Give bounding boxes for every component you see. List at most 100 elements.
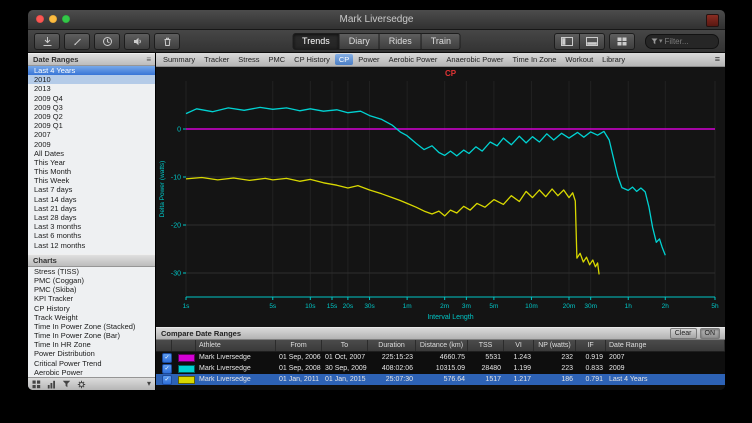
date-range-item[interactable]: 2007 bbox=[28, 130, 155, 139]
filter-box[interactable]: ▾ bbox=[645, 34, 719, 49]
cell-if: 0.791 bbox=[576, 376, 606, 383]
chart-list-item[interactable]: Critical Power Trend bbox=[28, 359, 155, 368]
date-range-item[interactable]: 2009 Q2 bbox=[28, 112, 155, 121]
chart-list-item[interactable]: CP History bbox=[28, 304, 155, 313]
chart-tab[interactable]: Summary bbox=[159, 54, 199, 65]
chart-tab[interactable]: Tracker bbox=[200, 54, 233, 65]
chart-list-item[interactable]: Aerobic Power bbox=[28, 368, 155, 377]
date-range-item[interactable]: Last 7 days bbox=[28, 185, 155, 194]
date-range-item[interactable]: 2009 Q4 bbox=[28, 94, 155, 103]
chart-tab[interactable]: Time In Zone bbox=[508, 54, 560, 65]
date-range-item[interactable]: 2009 bbox=[28, 140, 155, 149]
column-header[interactable]: IF bbox=[576, 340, 606, 351]
date-range-item[interactable]: 2009 Q1 bbox=[28, 121, 155, 130]
chart-tab[interactable]: Stress bbox=[234, 54, 263, 65]
close-button[interactable] bbox=[36, 15, 44, 23]
zoom-button[interactable] bbox=[62, 15, 70, 23]
chart-list-item[interactable]: KPI Tracker bbox=[28, 294, 155, 303]
sync-button[interactable] bbox=[94, 33, 120, 50]
audio-button[interactable] bbox=[124, 33, 150, 50]
manual-entry-button[interactable] bbox=[64, 33, 90, 50]
minimize-button[interactable] bbox=[49, 15, 57, 23]
funnel-icon[interactable] bbox=[62, 380, 71, 388]
column-header[interactable]: Distance (km) bbox=[416, 340, 468, 351]
chart-tab[interactable]: Workout bbox=[561, 54, 597, 65]
date-range-item[interactable]: This Year bbox=[28, 158, 155, 167]
grid-icon[interactable] bbox=[32, 380, 41, 389]
date-range-item[interactable]: Last 6 months bbox=[28, 231, 155, 240]
tabbar-menu-icon[interactable]: ≡ bbox=[715, 54, 720, 64]
compare-table-header: Athlete From To Duration Distance (km) T… bbox=[156, 340, 725, 352]
column-header[interactable]: From bbox=[276, 340, 322, 351]
chart-list-item[interactable]: Time In Power Zone (Bar) bbox=[28, 331, 155, 340]
svg-text:-20: -20 bbox=[171, 223, 181, 230]
chart-tab[interactable]: PMC bbox=[265, 54, 290, 65]
chart-tab[interactable]: Power bbox=[354, 54, 383, 65]
row-checkbox[interactable] bbox=[162, 353, 172, 363]
date-range-item[interactable]: 2010 bbox=[28, 75, 155, 84]
caret-down-icon[interactable]: ▾ bbox=[147, 378, 151, 390]
chart-tab[interactable]: Anaerobic Power bbox=[442, 54, 507, 65]
chart-list-item[interactable]: Time In Power Zone (Stacked) bbox=[28, 322, 155, 331]
column-header[interactable]: TSS bbox=[468, 340, 504, 351]
charts-header-label: Charts bbox=[33, 256, 57, 265]
download-activity-button[interactable] bbox=[34, 33, 60, 50]
date-range-item[interactable]: This Week bbox=[28, 176, 155, 185]
compare-row[interactable]: Mark Liversedge 01 Sep, 2006 01 Oct, 200… bbox=[156, 352, 725, 363]
gear-icon[interactable] bbox=[77, 380, 86, 389]
date-range-item[interactable]: This Month bbox=[28, 167, 155, 176]
chart-tab[interactable]: CP bbox=[335, 54, 353, 65]
chart-tab[interactable]: Library bbox=[598, 54, 629, 65]
view-tab[interactable]: Rides bbox=[380, 33, 422, 50]
cell-distance: 4660.75 bbox=[416, 354, 468, 361]
on-button[interactable]: ON bbox=[700, 328, 721, 339]
chart-list-item[interactable]: Time In HR Zone bbox=[28, 340, 155, 349]
toggle-sidebar-button[interactable] bbox=[554, 33, 580, 50]
chart-list-item[interactable]: Stress (TISS) bbox=[28, 267, 155, 276]
cell-to: 30 Sep, 2009 bbox=[322, 365, 368, 372]
column-header[interactable]: Duration bbox=[368, 340, 416, 351]
view-tab[interactable]: Train bbox=[422, 33, 461, 50]
tile-view-button[interactable] bbox=[609, 33, 635, 50]
compare-row[interactable]: Mark Liversedge 01 Sep, 2008 30 Sep, 200… bbox=[156, 363, 725, 374]
date-ranges-list: Last 4 Years201020132009 Q42009 Q32009 Q… bbox=[28, 66, 155, 250]
clear-button[interactable]: Clear bbox=[670, 328, 697, 339]
column-header[interactable]: VI bbox=[504, 340, 534, 351]
window-controls bbox=[36, 15, 70, 23]
view-tab[interactable]: Diary bbox=[340, 33, 380, 50]
date-range-item[interactable]: Last 4 Years bbox=[28, 66, 155, 75]
date-range-item[interactable]: 2013 bbox=[28, 84, 155, 93]
chart-tab[interactable]: Aerobic Power bbox=[385, 54, 442, 65]
chart-list-item[interactable]: Power Distribution bbox=[28, 349, 155, 358]
chart-list-item[interactable]: PMC (Skiba) bbox=[28, 285, 155, 294]
date-range-item[interactable]: All Dates bbox=[28, 149, 155, 158]
svg-text:10m: 10m bbox=[525, 303, 538, 310]
menu-icon[interactable]: ≡ bbox=[146, 54, 151, 65]
date-range-item[interactable]: Last 12 months bbox=[28, 241, 155, 250]
cell-duration: 225:15:23 bbox=[368, 354, 416, 361]
date-range-item[interactable]: Last 3 months bbox=[28, 222, 155, 231]
row-checkbox[interactable] bbox=[162, 375, 172, 385]
column-header[interactable]: To bbox=[322, 340, 368, 351]
toggle-bottombar-button[interactable] bbox=[580, 33, 605, 50]
clock-icon bbox=[102, 36, 113, 47]
checkbox-column-header bbox=[156, 340, 172, 351]
column-header[interactable]: NP (watts) bbox=[534, 340, 576, 351]
toolbar: TrendsDiaryRidesTrain ▾ bbox=[28, 30, 725, 53]
date-range-item[interactable]: Last 21 days bbox=[28, 204, 155, 213]
date-range-item[interactable]: Last 28 days bbox=[28, 213, 155, 222]
delete-button[interactable] bbox=[154, 33, 180, 50]
compare-row[interactable]: Mark Liversedge 01 Jan, 2011 01 Jan, 201… bbox=[156, 374, 725, 385]
chart-tab[interactable]: CP History bbox=[290, 54, 334, 65]
date-range-item[interactable]: 2009 Q3 bbox=[28, 103, 155, 112]
cell-to: 01 Oct, 2007 bbox=[322, 354, 368, 361]
date-range-item[interactable]: Last 14 days bbox=[28, 195, 155, 204]
chart-list-item[interactable]: Track Weight bbox=[28, 313, 155, 322]
column-header[interactable]: Date Range bbox=[606, 340, 725, 351]
view-tab[interactable]: Trends bbox=[292, 33, 340, 50]
filter-input[interactable] bbox=[665, 37, 713, 46]
row-checkbox[interactable] bbox=[162, 364, 172, 374]
chart-list-item[interactable]: PMC (Coggan) bbox=[28, 276, 155, 285]
bar-chart-icon[interactable] bbox=[47, 380, 56, 389]
column-header[interactable]: Athlete bbox=[196, 340, 276, 351]
